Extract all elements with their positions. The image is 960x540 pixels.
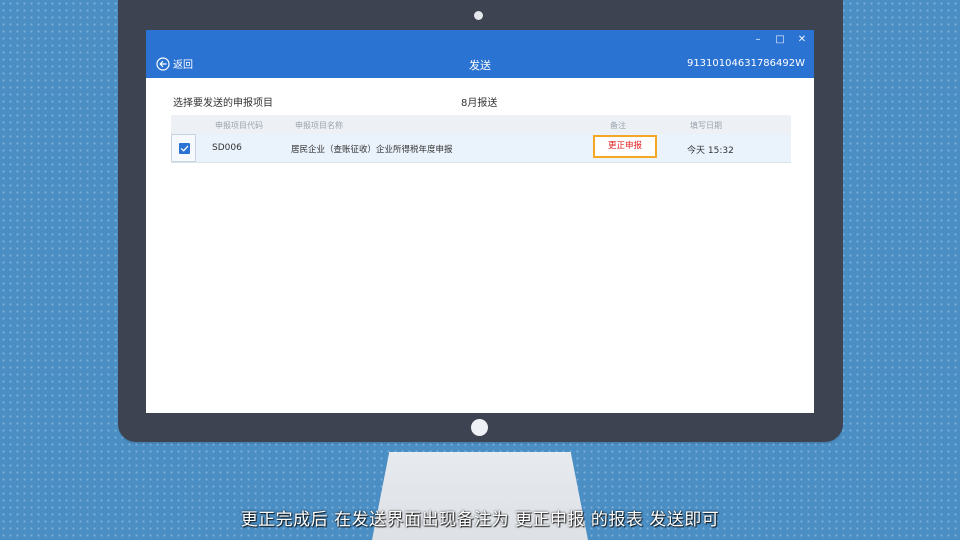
- checkbox-cell: [171, 134, 196, 162]
- row-checkbox[interactable]: [179, 143, 190, 154]
- table-header: 申报项目代码 申报项目名称 备注 填写日期: [171, 115, 791, 134]
- header-remark: 备注: [610, 121, 626, 130]
- header-name: 申报项目名称: [295, 121, 343, 130]
- table-row[interactable]: SD006 居民企业（查账征收）企业所得税年度申报 更正申报 今天 15:32: [171, 134, 791, 163]
- instruction-text: 选择要发送的申报项目: [173, 98, 273, 109]
- title-bar: – □ ✕ 返回 发送 91310104631786492W: [146, 30, 814, 78]
- cell-name: 居民企业（查账征收）企业所得税年度申报: [291, 145, 453, 155]
- remark-highlight: 更正申报: [593, 135, 657, 158]
- header-code: 申报项目代码: [215, 121, 263, 130]
- content-header: 选择要发送的申报项目 8月报送: [173, 94, 793, 109]
- minimize-button[interactable]: –: [752, 33, 764, 47]
- cell-code: SD006: [212, 143, 242, 153]
- maximize-button[interactable]: □: [774, 33, 786, 47]
- report-period: 8月报送: [461, 98, 498, 109]
- checkmark-icon: [180, 145, 189, 152]
- declaration-table: 申报项目代码 申报项目名称 备注 填写日期 SD006 居民企业（查账征收）企业…: [171, 115, 791, 163]
- header-date: 填写日期: [690, 121, 722, 130]
- cell-date: 今天 15:32: [687, 146, 734, 156]
- close-button[interactable]: ✕: [796, 33, 808, 47]
- taxpayer-id: 91310104631786492W: [686, 58, 805, 69]
- camera-dot: [474, 11, 483, 20]
- power-button: [471, 419, 488, 436]
- window-controls: – □ ✕: [752, 33, 808, 47]
- app-window: – □ ✕ 返回 发送 91310104631786492W 选择要发送的申报项…: [146, 30, 814, 413]
- video-subtitle: 更正完成后 在发送界面出现备注为 更正申报 的报表 发送即可: [240, 510, 720, 530]
